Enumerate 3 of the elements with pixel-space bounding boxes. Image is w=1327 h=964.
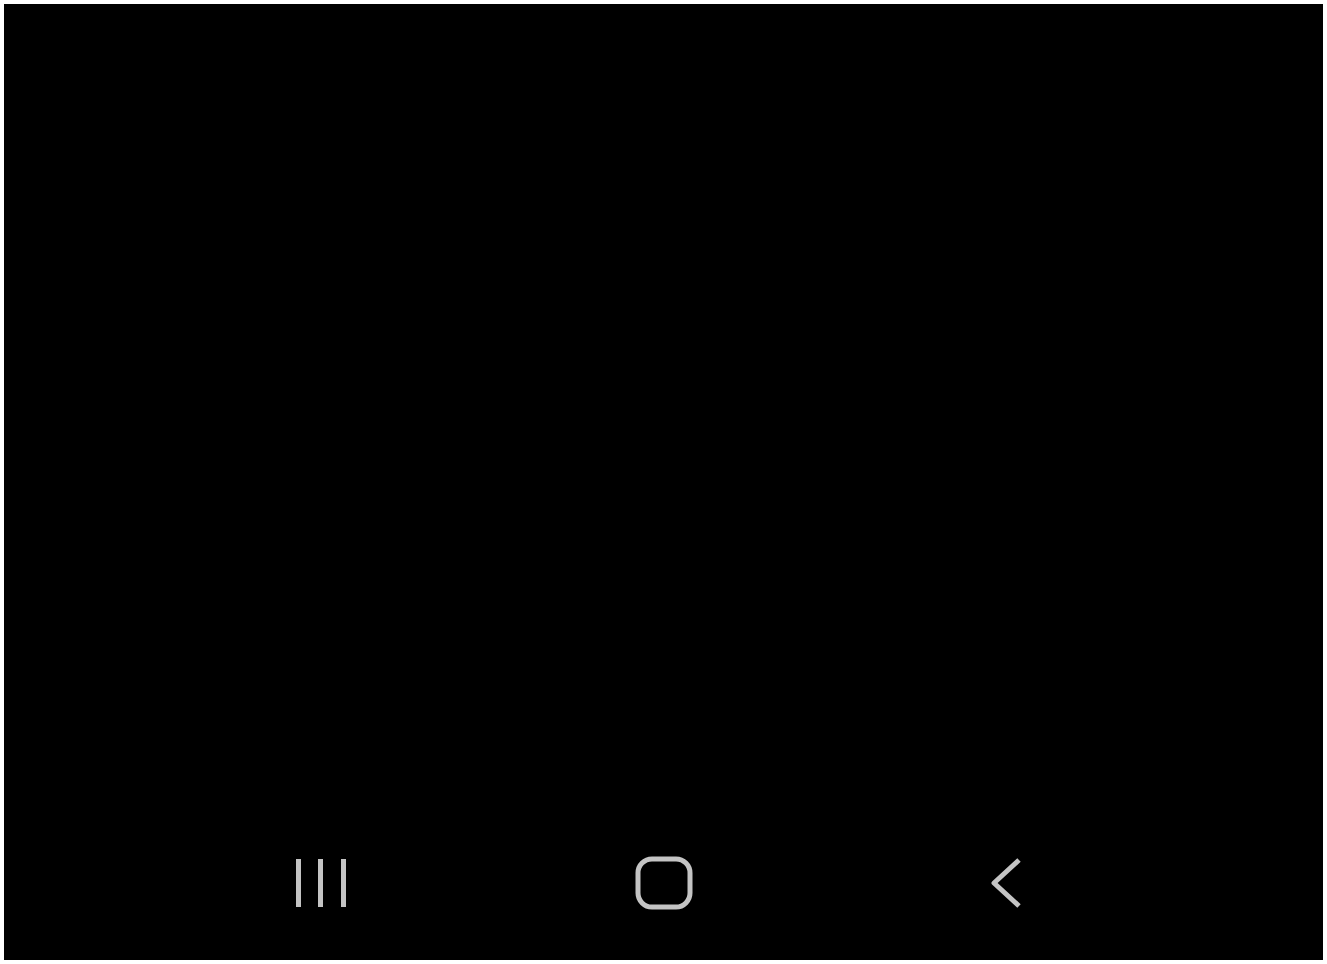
home-icon xyxy=(634,856,693,910)
recents-icon xyxy=(295,859,348,907)
back-icon xyxy=(988,857,1023,909)
